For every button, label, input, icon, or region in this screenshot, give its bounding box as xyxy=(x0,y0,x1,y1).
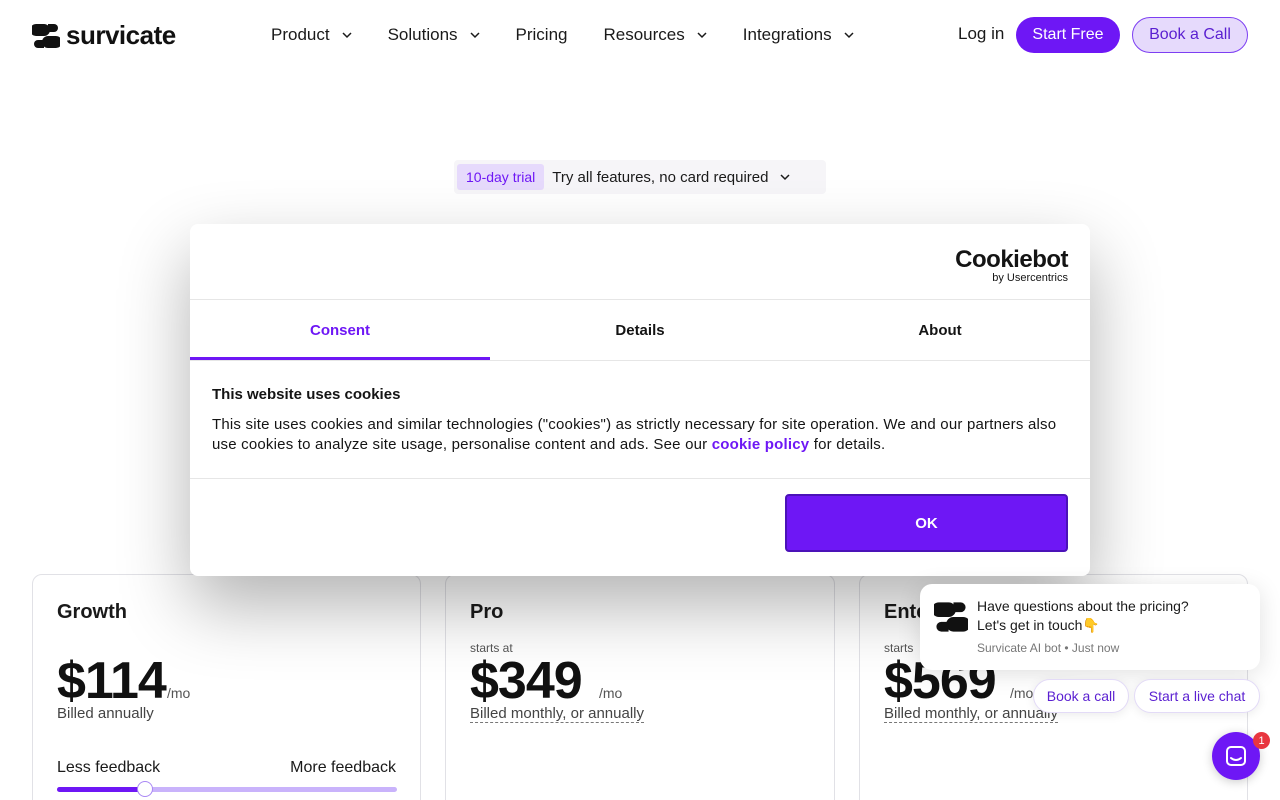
survicate-logo[interactable]: survicate xyxy=(32,20,176,51)
slider-label-more: More feedback xyxy=(290,759,396,776)
trial-text: Try all features, no card required xyxy=(552,168,769,186)
chevron-down-icon xyxy=(844,32,854,39)
menu-item-integrations[interactable]: Integrations xyxy=(743,24,854,46)
price-period: /mo xyxy=(1010,685,1034,701)
cookiebot-logo: Cookiebot by Usercentrics xyxy=(955,246,1068,284)
cookiebot-logo-text: Cookiebot xyxy=(955,246,1068,273)
price-period: /mo xyxy=(599,685,623,701)
logo-text: survicate xyxy=(66,20,176,50)
billing-note[interactable]: Billed monthly, or annually xyxy=(470,705,644,723)
tab-details[interactable]: Details xyxy=(490,300,790,360)
cookie-text-before: This site uses cookies and similar techn… xyxy=(212,416,1057,453)
trial-badge: 10-day trial xyxy=(457,164,545,190)
menu-item-resources[interactable]: Resources xyxy=(604,24,707,46)
plan-card-pro: Pro starts at $349 /mo Billed monthly, o… xyxy=(445,574,835,800)
billing-note[interactable]: Billed monthly, or annually xyxy=(884,705,1058,723)
slider-label-less: Less feedback xyxy=(57,759,161,776)
survicate-logo-icon xyxy=(32,23,60,48)
cookie-consent-dialog: Cookiebot by Usercentrics Consent Detail… xyxy=(190,224,1090,576)
unread-count-badge: 1 xyxy=(1253,732,1270,749)
plan-name: Growth xyxy=(57,601,127,623)
survicate-bot-avatar-icon xyxy=(934,602,968,632)
plan-price: $349 xyxy=(470,652,583,710)
cookie-divider xyxy=(190,478,1090,479)
menu-item-pricing[interactable]: Pricing xyxy=(516,24,568,46)
slider-handle[interactable] xyxy=(137,781,153,797)
chat-message-line: Let's get in touch👇 xyxy=(977,617,1100,633)
cookie-tabs: Consent Details About xyxy=(190,299,1090,361)
feedback-slider[interactable] xyxy=(57,781,397,797)
menu-label: Resources xyxy=(603,25,685,44)
main-menu: Product Solutions Pricing Resources Inte… xyxy=(271,24,890,46)
plan-card-growth: Growth $114 /mo Billed annually Less fee… xyxy=(32,574,421,800)
cookie-policy-link[interactable]: cookie policy xyxy=(712,436,810,453)
tab-consent[interactable]: Consent xyxy=(190,300,490,360)
chat-icon xyxy=(1226,746,1246,766)
top-navigation: survicate Product Solutions Pricing Reso… xyxy=(0,0,1280,70)
chat-message-line: Have questions about the pricing? xyxy=(977,598,1189,614)
menu-label: Solutions xyxy=(387,25,458,44)
cookie-ok-button[interactable]: OK xyxy=(785,494,1068,552)
cookie-body: This website uses cookies This site uses… xyxy=(212,386,1072,455)
plan-price: $114 xyxy=(57,652,167,710)
slider-fill xyxy=(57,787,145,792)
plan-name: Pro xyxy=(470,601,504,623)
price-period: /mo xyxy=(167,685,191,701)
chat-book-call-button[interactable]: Book a call xyxy=(1033,679,1129,713)
menu-item-solutions[interactable]: Solutions xyxy=(388,24,480,46)
menu-label: Pricing xyxy=(515,25,568,44)
start-free-button[interactable]: Start Free xyxy=(1016,17,1120,53)
chevron-down-icon xyxy=(470,32,480,39)
billing-note: Billed annually xyxy=(57,705,154,722)
book-call-button[interactable]: Book a Call xyxy=(1132,17,1248,53)
tab-about[interactable]: About xyxy=(790,300,1090,360)
chevron-down-icon xyxy=(697,32,707,39)
chevron-down-icon xyxy=(342,32,352,39)
menu-label: Product xyxy=(271,25,330,44)
menu-label: Integrations xyxy=(742,25,832,44)
chat-live-chat-button[interactable]: Start a live chat xyxy=(1134,679,1260,713)
cookie-text-after: for details. xyxy=(809,436,886,453)
login-link[interactable]: Log in xyxy=(958,24,1004,44)
trial-info-toggle[interactable]: 10-day trial Try all features, no card r… xyxy=(454,160,826,194)
chat-message-meta: Survicate AI bot • Just now xyxy=(977,641,1120,655)
cookie-description: This site uses cookies and similar techn… xyxy=(212,415,1072,455)
chat-message-card[interactable]: Have questions about the pricing? Let's … xyxy=(920,584,1260,670)
menu-item-product[interactable]: Product xyxy=(271,24,352,46)
chevron-down-icon xyxy=(780,174,791,181)
cookie-title: This website uses cookies xyxy=(212,386,401,403)
